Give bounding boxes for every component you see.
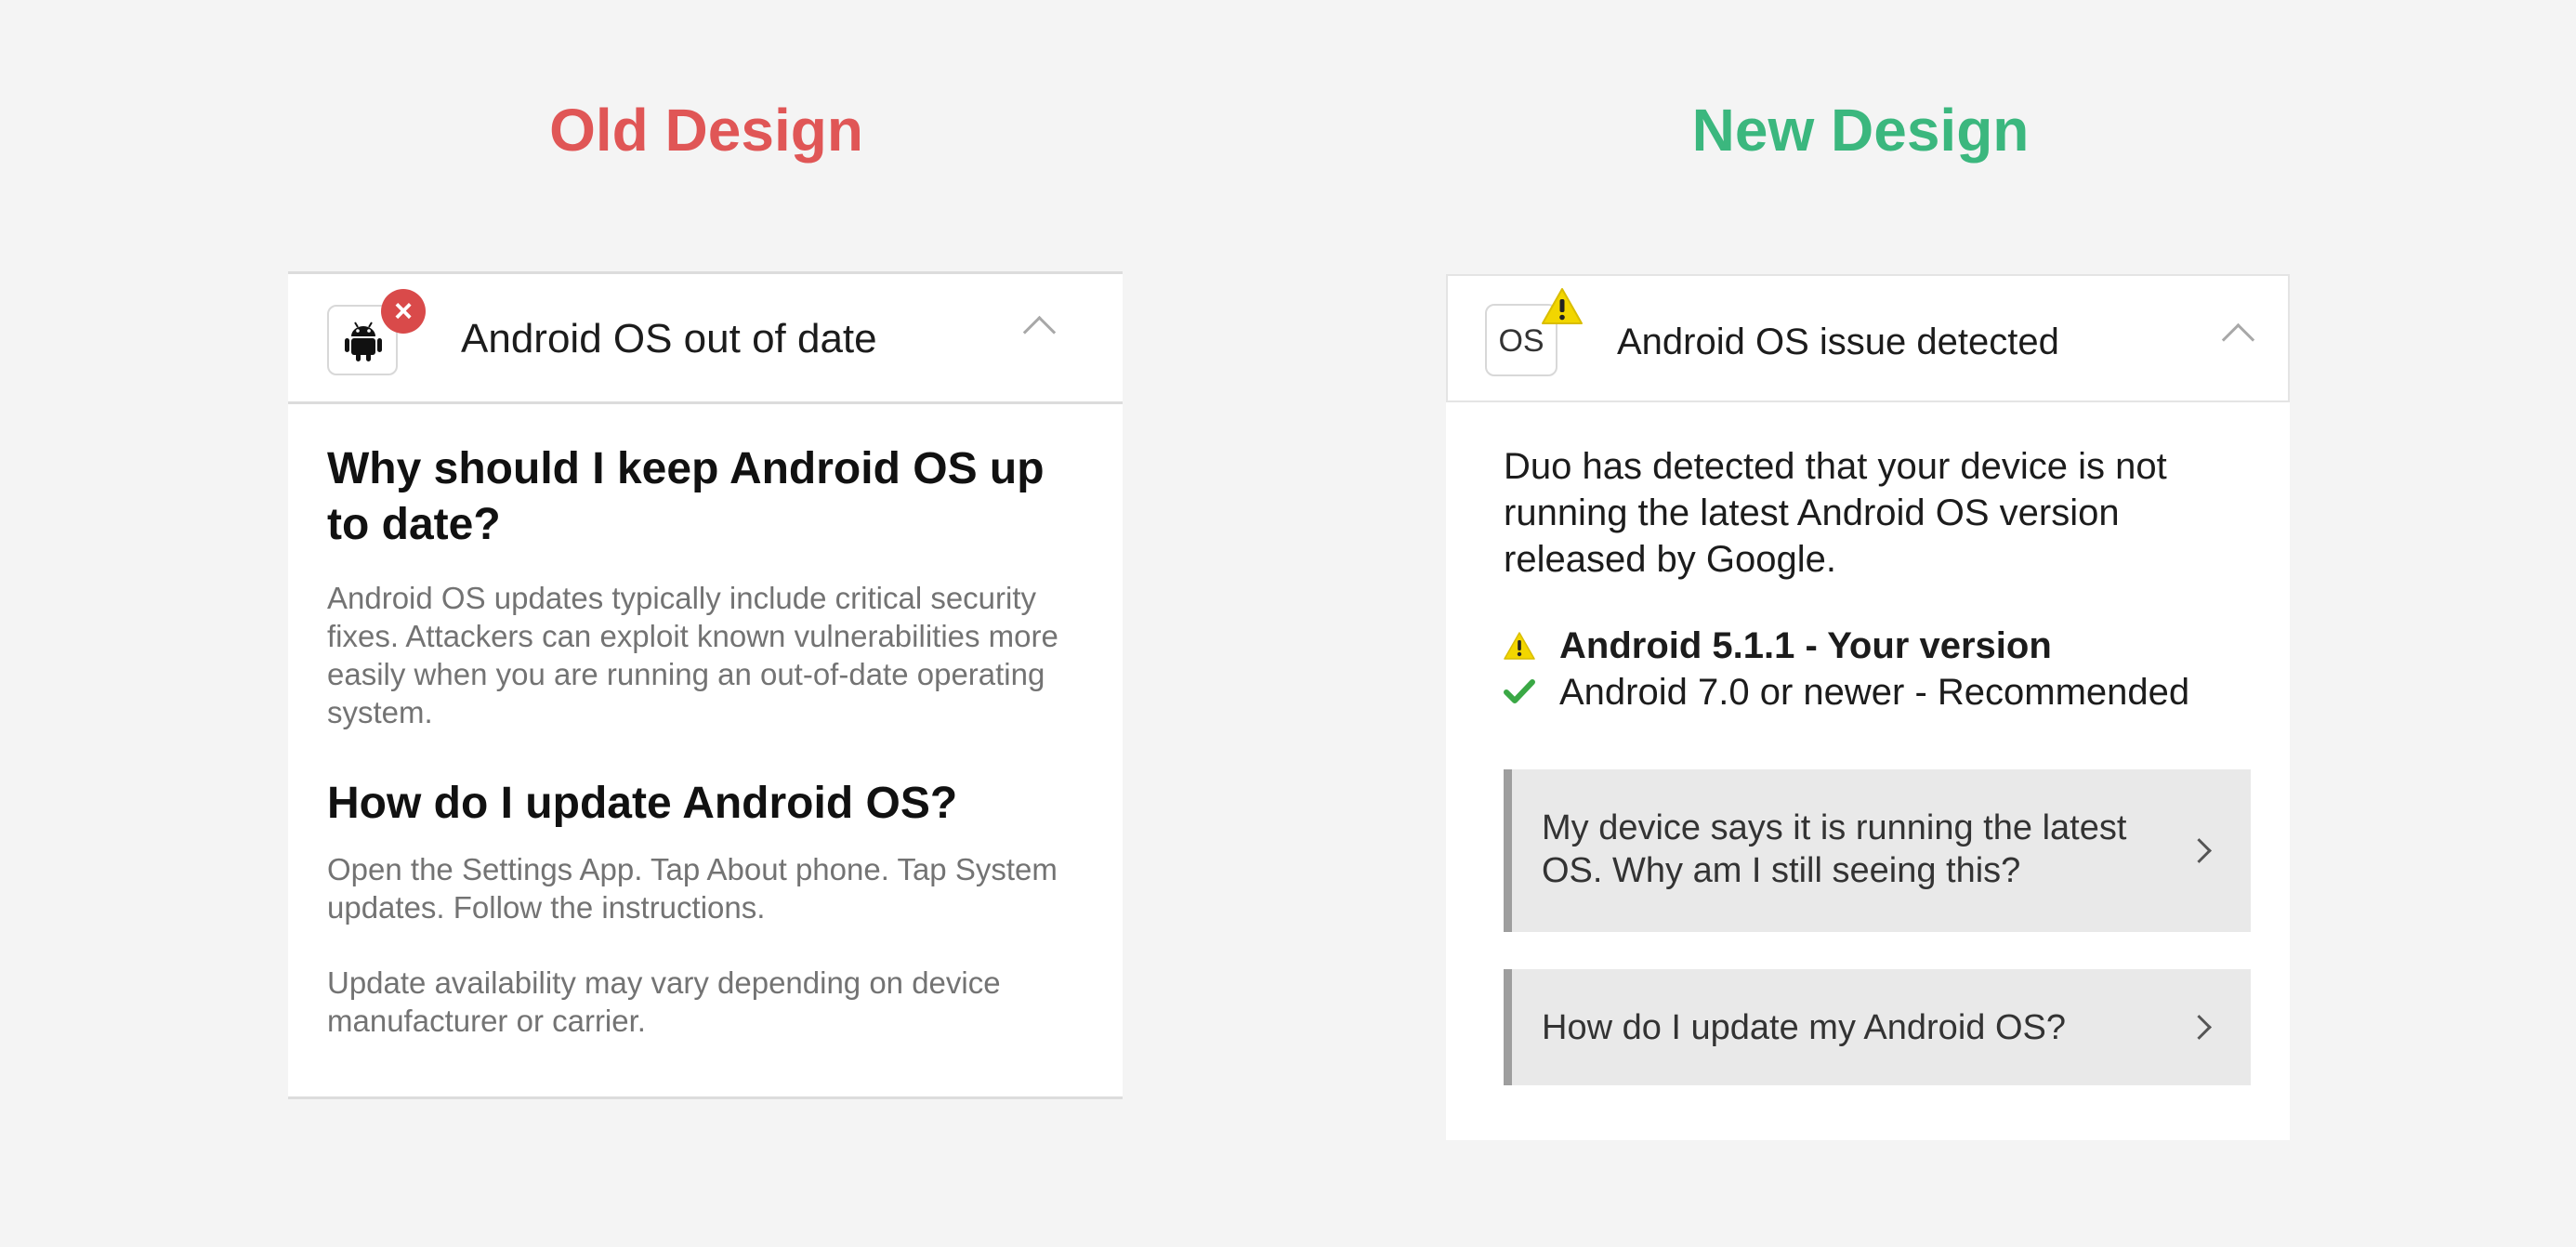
old-design-card: × Android OS out of date Why should I ke… (288, 271, 1123, 1099)
new-card-title: Android OS issue detected (1617, 322, 2059, 362)
old-answer-how: Open the Settings App. Tap About phone. … (327, 852, 1058, 925)
chevron-up-icon[interactable] (2221, 322, 2255, 357)
new-design-card: OS Android OS issue detected Duo has det… (1446, 274, 2290, 1140)
old-note-availability: Update availability may vary depending o… (327, 965, 1001, 1038)
old-question-why: Why should I keep Android OS up to date? (327, 444, 1045, 549)
detection-message: Duo has detected that your device is not… (1504, 446, 2167, 580)
old-answer-why: Android OS updates typically include cri… (327, 581, 1058, 729)
chevron-up-icon[interactable] (1022, 315, 1057, 349)
faq-item-latest-os[interactable]: My device says it is running the latest … (1504, 769, 2251, 932)
faq-item-how-update[interactable]: How do I update my Android OS? (1504, 969, 2251, 1085)
new-design-heading: New Design (1691, 97, 2030, 164)
chevron-right-icon (2187, 1015, 2212, 1040)
faq-item-label: How do I update my Android OS? (1542, 1008, 2066, 1047)
faq-item-label: My device says it is running the latest … (1542, 808, 2127, 890)
error-x-icon: × (381, 289, 426, 334)
old-question-how: How do I update Android OS? (327, 779, 958, 828)
new-card-header[interactable]: OS Android OS issue detected (1446, 274, 2290, 402)
old-card-title: Android OS out of date (461, 316, 877, 361)
chevron-right-icon (2187, 838, 2212, 863)
recommended-version-text: Android 7.0 or newer - Recommended (1559, 672, 2190, 713)
old-card-header[interactable]: × Android OS out of date (288, 274, 1123, 404)
android-icon (345, 322, 382, 361)
warning-icon (1542, 288, 1583, 324)
warning-icon (1504, 632, 1535, 660)
old-design-heading: Old Design (549, 97, 863, 164)
check-icon (1504, 679, 1535, 703)
old-card-body: Why should I keep Android OS up to date?… (327, 441, 1098, 1040)
current-version-text: Android 5.1.1 - Your version (1559, 625, 2052, 666)
